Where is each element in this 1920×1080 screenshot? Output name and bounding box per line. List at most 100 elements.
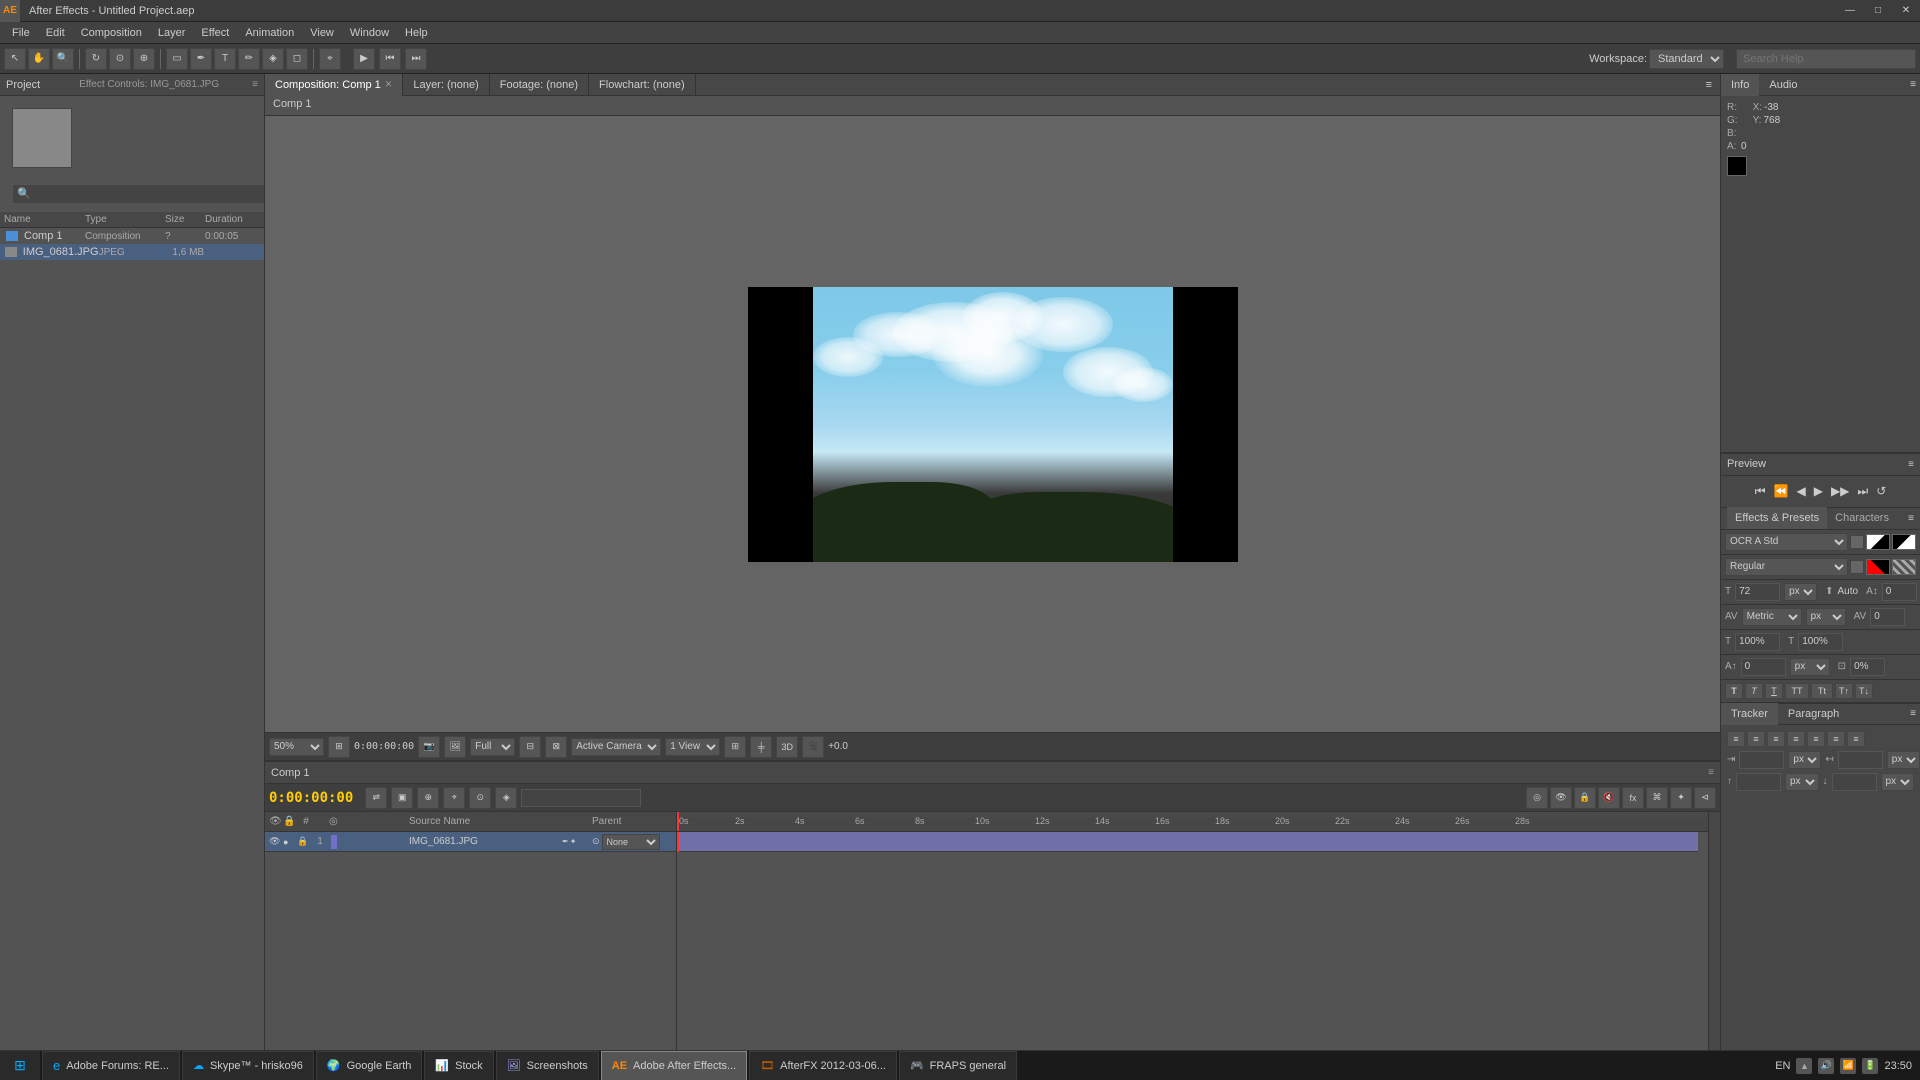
project-search-input[interactable] bbox=[12, 184, 264, 204]
font-style-extra[interactable] bbox=[1850, 560, 1864, 574]
info-panel-menu[interactable]: ≡ bbox=[1910, 79, 1920, 90]
camera-select[interactable]: Active Camera bbox=[571, 738, 661, 756]
3d-btn[interactable]: 3D bbox=[776, 736, 798, 758]
grid-btn[interactable]: ⊞ bbox=[724, 736, 746, 758]
tool-hand[interactable]: ✋ bbox=[28, 48, 50, 70]
menu-help[interactable]: Help bbox=[397, 25, 436, 41]
close-button[interactable]: ✕ bbox=[1892, 0, 1920, 22]
tool-brush[interactable]: ✏ bbox=[238, 48, 260, 70]
play-btn[interactable]: ▶ bbox=[353, 48, 375, 70]
timeline-tool2[interactable]: ▣ bbox=[391, 787, 413, 809]
timeline-tool1[interactable]: ⇌ bbox=[365, 787, 387, 809]
project-tab[interactable]: Project bbox=[6, 79, 40, 91]
taskbar-item-screenshots[interactable]: 🖼 Screenshots bbox=[496, 1051, 599, 1080]
res-btn[interactable]: ⊠ bbox=[545, 736, 567, 758]
col-duration-header[interactable]: Duration bbox=[205, 214, 260, 225]
color-chip-3[interactable] bbox=[1866, 559, 1890, 575]
start-button[interactable]: ⊞ bbox=[0, 1051, 40, 1080]
tl-vis-btn[interactable]: 👁 bbox=[1550, 787, 1572, 809]
panel-menu-btn[interactable]: ≡ bbox=[252, 79, 258, 90]
align-center-btn[interactable]: ≡ bbox=[1747, 731, 1765, 747]
baseline-shift-unit[interactable]: px bbox=[1790, 658, 1830, 676]
layer-solo-btn[interactable]: ● bbox=[283, 837, 295, 847]
panel-menu-viewer[interactable]: ≡ bbox=[1706, 79, 1720, 91]
timeline-tool3[interactable]: ⊕ bbox=[417, 787, 439, 809]
list-item[interactable]: IMG_0681.JPG JPEG 1,6 MB bbox=[0, 244, 264, 260]
switch-pen[interactable]: ✒ bbox=[562, 837, 569, 846]
all-caps-btn[interactable]: TT bbox=[1785, 683, 1809, 699]
indent-right-input[interactable] bbox=[1838, 751, 1883, 769]
prev-first-btn[interactable]: ⏮ bbox=[1753, 482, 1768, 501]
col-size-header[interactable]: Size bbox=[165, 214, 205, 225]
tab-composition[interactable]: Composition: Comp 1 ✕ bbox=[265, 74, 403, 96]
tab-layer[interactable]: Layer: (none) bbox=[403, 74, 489, 96]
timeline-tracks-area[interactable]: 0s 2s 4s 6s 8s 10s 12s 14s 16s 18s 20s 2… bbox=[677, 812, 1708, 1058]
list-item[interactable]: Comp 1 Composition ? 0:00:05 bbox=[0, 228, 264, 244]
space-before-unit[interactable]: px bbox=[1785, 773, 1819, 791]
table-row[interactable]: 👁 ● 🔒 1 IMG_0681.JPG ✒ ✦ bbox=[265, 832, 676, 852]
tl-solo-btn[interactable]: ◎ bbox=[1526, 787, 1548, 809]
snapshot-btn[interactable]: 📷 bbox=[418, 736, 440, 758]
tool-pen[interactable]: ✒ bbox=[190, 48, 212, 70]
indent-left-unit[interactable]: px bbox=[1788, 751, 1821, 769]
taskbar-item-after-effects[interactable]: AE Adobe After Effects... bbox=[601, 1051, 747, 1080]
tab-close-btn[interactable]: ✕ bbox=[385, 79, 393, 90]
maximize-button[interactable]: □ bbox=[1864, 0, 1892, 22]
tracking-method-select[interactable]: Metric bbox=[1742, 608, 1802, 626]
tool-select[interactable]: ↖ bbox=[4, 48, 26, 70]
timeline-tool6[interactable]: ◈ bbox=[495, 787, 517, 809]
tl-motion-btn[interactable]: ⌘ bbox=[1646, 787, 1668, 809]
space-after-input[interactable] bbox=[1832, 773, 1877, 791]
menu-composition[interactable]: Composition bbox=[73, 25, 150, 41]
menu-file[interactable]: File bbox=[4, 25, 38, 41]
space-before-input[interactable] bbox=[1736, 773, 1781, 791]
tool-stamp[interactable]: ◈ bbox=[262, 48, 284, 70]
menu-animation[interactable]: Animation bbox=[237, 25, 302, 41]
superscript-btn[interactable]: T↑ bbox=[1835, 683, 1853, 699]
space-after-unit[interactable]: px bbox=[1881, 773, 1915, 791]
taskbar-item-fraps[interactable]: 🎮 FRAPS general bbox=[899, 1051, 1017, 1080]
tab-effects-presets[interactable]: Effects & Presets bbox=[1727, 507, 1827, 529]
tool-puppet[interactable]: ⌖ bbox=[319, 48, 341, 70]
col-type-header[interactable]: Type bbox=[85, 214, 165, 225]
tl-adjust-btn[interactable]: ✦ bbox=[1670, 787, 1692, 809]
menu-edit[interactable]: Edit bbox=[38, 25, 73, 41]
timeline-current-time[interactable]: 0:00:00:00 bbox=[269, 790, 353, 806]
underline-btn[interactable]: T bbox=[1765, 683, 1783, 699]
menu-window[interactable]: Window bbox=[342, 25, 397, 41]
taskbar-item-stock[interactable]: 📊 Stock bbox=[424, 1051, 493, 1080]
tab-footage[interactable]: Footage: (none) bbox=[490, 74, 589, 96]
camera-3d-btn[interactable]: 🎥 bbox=[802, 736, 824, 758]
tab-characters[interactable]: Characters bbox=[1827, 507, 1897, 529]
guide-btn[interactable]: ╪ bbox=[750, 736, 772, 758]
viewer-area[interactable] bbox=[265, 116, 1720, 732]
indent-left-input[interactable] bbox=[1739, 751, 1784, 769]
tool-rect[interactable]: ▭ bbox=[166, 48, 188, 70]
small-caps-btn[interactable]: Tt bbox=[1811, 683, 1833, 699]
scale-h-input[interactable] bbox=[1735, 633, 1780, 651]
prev-back-btn[interactable]: ◀ bbox=[1794, 482, 1807, 500]
bold-btn[interactable]: T bbox=[1725, 683, 1743, 699]
switch-star[interactable]: ✦ bbox=[570, 837, 577, 846]
tl-fx-btn[interactable]: fx bbox=[1622, 787, 1644, 809]
taskbar-item-afterfx[interactable]: 🎞 AfterFX 2012-03-06... bbox=[749, 1051, 897, 1080]
channels-btn[interactable]: ⊟ bbox=[519, 736, 541, 758]
justify-btn[interactable]: ≡ bbox=[1787, 731, 1805, 747]
tl-parent-btn[interactable]: ⊲ bbox=[1694, 787, 1716, 809]
show-snapshot-btn[interactable]: 🖼 bbox=[444, 736, 466, 758]
font-name-select[interactable]: OCR A Std bbox=[1725, 533, 1848, 551]
work-area-bar[interactable] bbox=[677, 812, 1708, 817]
italic-btn[interactable]: T bbox=[1745, 683, 1763, 699]
tab-tracker[interactable]: Tracker bbox=[1721, 703, 1778, 725]
taskbar-item-ie[interactable]: e Adobe Forums: RE... bbox=[42, 1051, 180, 1080]
tool-orbit[interactable]: ⊙ bbox=[109, 48, 131, 70]
timeline-scrollbar[interactable] bbox=[1708, 812, 1720, 1058]
tl-mute-btn[interactable]: 🔇 bbox=[1598, 787, 1620, 809]
tool-rotate[interactable]: ↻ bbox=[85, 48, 107, 70]
menu-effect[interactable]: Effect bbox=[193, 25, 237, 41]
parent-select[interactable]: None bbox=[602, 834, 660, 850]
justify-last-btn[interactable]: ≡ bbox=[1827, 731, 1845, 747]
layer-eye-btn[interactable]: 👁 bbox=[269, 836, 281, 847]
font-style-select[interactable]: Regular bbox=[1725, 558, 1848, 576]
align-left-btn[interactable]: ≡ bbox=[1727, 731, 1745, 747]
